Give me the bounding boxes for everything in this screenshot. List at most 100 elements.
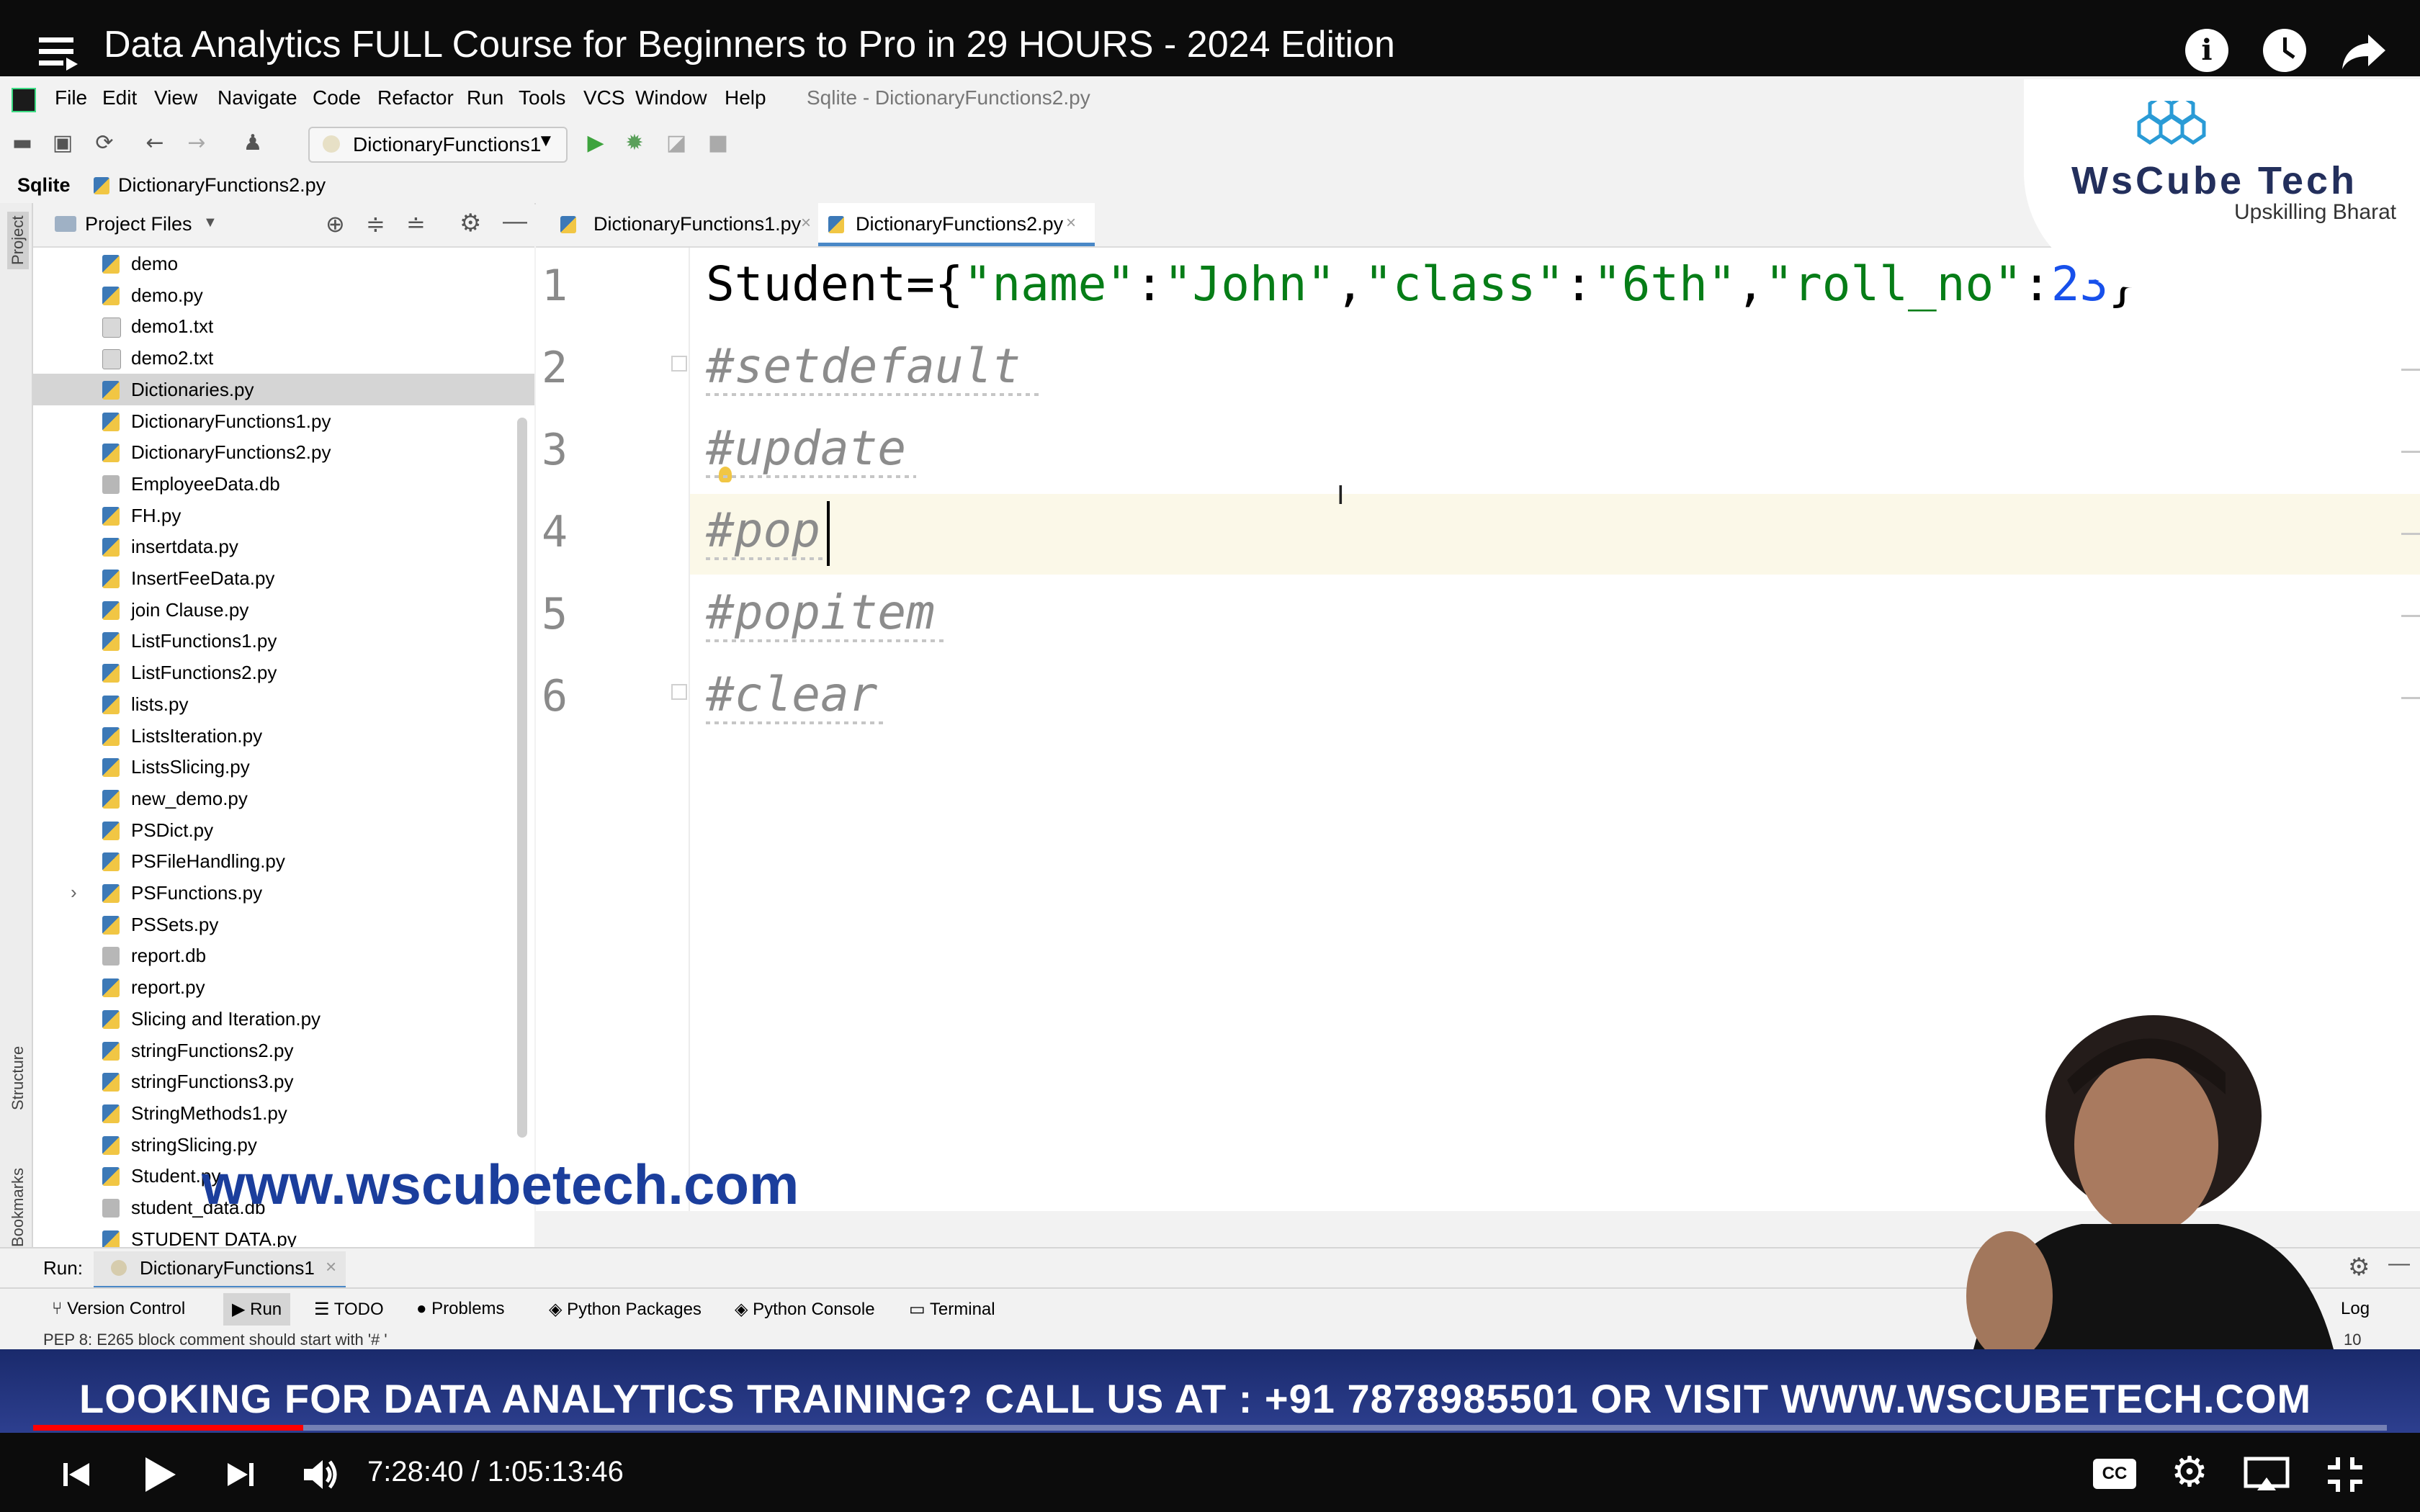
file-tree-item[interactable]: report.py	[33, 971, 534, 1003]
file-tree-item[interactable]: stringFunctions3.py	[33, 1066, 534, 1097]
settings-icon[interactable]: ⚙	[2168, 1450, 2211, 1493]
stop-icon[interactable]: ■	[706, 131, 730, 156]
menu-refactor[interactable]: Refactor	[377, 86, 454, 109]
menu-window[interactable]: Window	[635, 86, 707, 109]
breadcrumb-project[interactable]: Sqlite	[17, 174, 71, 197]
save-icon[interactable]: ▣	[50, 131, 75, 156]
file-tree-item[interactable]: new_demo.py	[33, 783, 534, 814]
close-icon[interactable]: ×	[801, 213, 811, 233]
tree-scrollbar[interactable]	[517, 418, 527, 1138]
file-tree-item[interactable]: StringMethods1.py	[33, 1097, 534, 1129]
menu-edit[interactable]: Edit	[102, 86, 137, 109]
file-tree-item[interactable]: FH.py	[33, 500, 534, 531]
sync-icon[interactable]: ⟳	[92, 131, 117, 156]
file-tree-item[interactable]: ListFunctions1.py	[33, 625, 534, 657]
run-configuration-select[interactable]: DictionaryFunctions1 ▼	[308, 127, 568, 163]
run-tab[interactable]: DictionaryFunctions1 ×	[94, 1251, 346, 1289]
chevron-down-icon[interactable]: ▼	[203, 215, 218, 231]
tool-python-packages[interactable]: ◈ Python Packages	[549, 1299, 702, 1320]
minimize-icon[interactable]: —	[2388, 1251, 2410, 1276]
expand-all-icon[interactable]: ≑	[366, 210, 385, 238]
file-tree-item[interactable]: Slicing and Iteration.py	[33, 1003, 534, 1035]
debug-icon[interactable]: ✹	[622, 131, 647, 156]
menu-view[interactable]: View	[154, 86, 197, 109]
gear-icon[interactable]: ⚙	[460, 209, 481, 238]
menu-code[interactable]: Code	[313, 86, 361, 109]
cast-icon[interactable]	[2243, 1456, 2290, 1492]
tool-todo[interactable]: ☰ TODO	[314, 1299, 384, 1320]
file-tree-item[interactable]: report.db	[33, 940, 534, 971]
tool-run[interactable]: ▶ Run	[223, 1293, 291, 1326]
file-tree-item[interactable]: demo.py	[33, 279, 534, 311]
file-tree-item[interactable]: EmployeeData.db	[33, 468, 534, 500]
collapse-all-icon[interactable]: ≐	[406, 210, 426, 238]
menu-help[interactable]: Help	[725, 86, 766, 109]
captions-icon[interactable]: CC	[2093, 1459, 2136, 1489]
file-tree-item[interactable]: PSFileHandling.py	[33, 845, 534, 877]
menu-vcs[interactable]: VCS	[583, 86, 625, 109]
info-icon[interactable]: i	[2185, 29, 2228, 72]
next-icon[interactable]	[223, 1457, 258, 1492]
tab-dictionaryfunctions1[interactable]: DictionaryFunctions1.py ×	[550, 203, 817, 246]
clock-icon[interactable]	[2263, 29, 2306, 72]
minimize-icon[interactable]: —	[503, 207, 527, 235]
coverage-icon[interactable]: ◪	[664, 131, 689, 156]
structure-tool-tab[interactable]: Structure	[9, 1046, 27, 1110]
file-tree-item[interactable]: Dictionaries.py	[33, 373, 534, 405]
fullscreen-exit-icon[interactable]	[2325, 1454, 2365, 1495]
file-name: FH.py	[131, 504, 182, 526]
file-tree-item[interactable]: demo1.txt	[33, 310, 534, 342]
close-icon[interactable]: ×	[1066, 213, 1076, 233]
close-icon[interactable]: ×	[326, 1256, 336, 1278]
file-tree-item[interactable]: insertdata.py	[33, 531, 534, 562]
menu-run[interactable]: Run	[467, 86, 503, 109]
run-icon[interactable]: ▶	[583, 131, 608, 156]
open-folder-icon[interactable]: ▬	[10, 131, 35, 156]
tab-dictionaryfunctions2[interactable]: DictionaryFunctions2.py ×	[818, 203, 1095, 246]
tool-problems[interactable]: ● Problems	[416, 1299, 505, 1319]
bookmarks-tool-tab[interactable]: Bookmarks	[9, 1168, 27, 1247]
chevron-right-icon[interactable]: ›	[71, 881, 77, 904]
project-view-selector[interactable]: Project Files	[85, 213, 192, 235]
share-icon[interactable]	[2341, 32, 2387, 72]
user-icon[interactable]: ♟	[241, 131, 265, 156]
url-watermark: www.wscubetech.com	[202, 1153, 799, 1216]
previous-icon[interactable]	[59, 1457, 94, 1492]
menu-file[interactable]: File	[55, 86, 87, 109]
file-tree-item[interactable]: DictionaryFunctions1.py	[33, 405, 534, 437]
forward-icon[interactable]: →	[184, 131, 209, 156]
file-tree-item[interactable]: ListFunctions2.py	[33, 657, 534, 688]
tool-python-console[interactable]: ◈ Python Console	[735, 1299, 875, 1320]
project-tool-tab[interactable]: Project	[7, 211, 29, 269]
status-message[interactable]: PEP 8: E265 block comment should start w…	[43, 1331, 387, 1349]
volume-icon[interactable]	[301, 1456, 341, 1493]
file-tree-item[interactable]: DictionaryFunctions2.py	[33, 436, 534, 468]
python-file-icon	[102, 852, 120, 872]
file-tree-item[interactable]: PSDict.py	[33, 814, 534, 846]
file-tree-item[interactable]: ListsIteration.py	[33, 720, 534, 752]
file-tree-item[interactable]: demo2.txt	[33, 342, 534, 374]
file-tree-item[interactable]: STUDENT DATA.py	[33, 1223, 534, 1247]
file-tree-item[interactable]: lists.py	[33, 688, 534, 720]
menu-navigate[interactable]: Navigate	[218, 86, 297, 109]
file-tree-item[interactable]: stringFunctions2.py	[33, 1035, 534, 1066]
gear-icon[interactable]: ⚙	[2348, 1253, 2370, 1282]
tool-terminal[interactable]: ▭ Terminal	[909, 1299, 995, 1320]
seek-bar[interactable]	[33, 1425, 2387, 1431]
locate-icon[interactable]: ⊕	[326, 210, 345, 238]
fold-marker[interactable]	[671, 356, 687, 372]
file-tree-item[interactable]: demo	[33, 248, 534, 279]
file-tree-item[interactable]: join Clause.py	[33, 594, 534, 626]
menu-tools[interactable]: Tools	[519, 86, 565, 109]
back-icon[interactable]: ←	[143, 131, 167, 156]
tool-version-control[interactable]: ⑂ Version Control	[52, 1299, 185, 1319]
breadcrumb-file[interactable]: DictionaryFunctions2.py	[118, 174, 326, 197]
file-tree-item[interactable]: ListsSlicing.py	[33, 751, 534, 783]
video-title[interactable]: Data Analytics FULL Course for Beginners…	[104, 23, 1395, 66]
fold-marker[interactable]	[671, 684, 687, 700]
file-tree-item[interactable]: InsertFeeData.py	[33, 562, 534, 594]
play-icon[interactable]	[141, 1454, 179, 1495]
file-tree-item[interactable]: PSSets.py	[33, 909, 534, 940]
file-tree-item[interactable]: › PSFunctions.py	[33, 877, 534, 909]
menu-icon[interactable]	[39, 32, 79, 72]
